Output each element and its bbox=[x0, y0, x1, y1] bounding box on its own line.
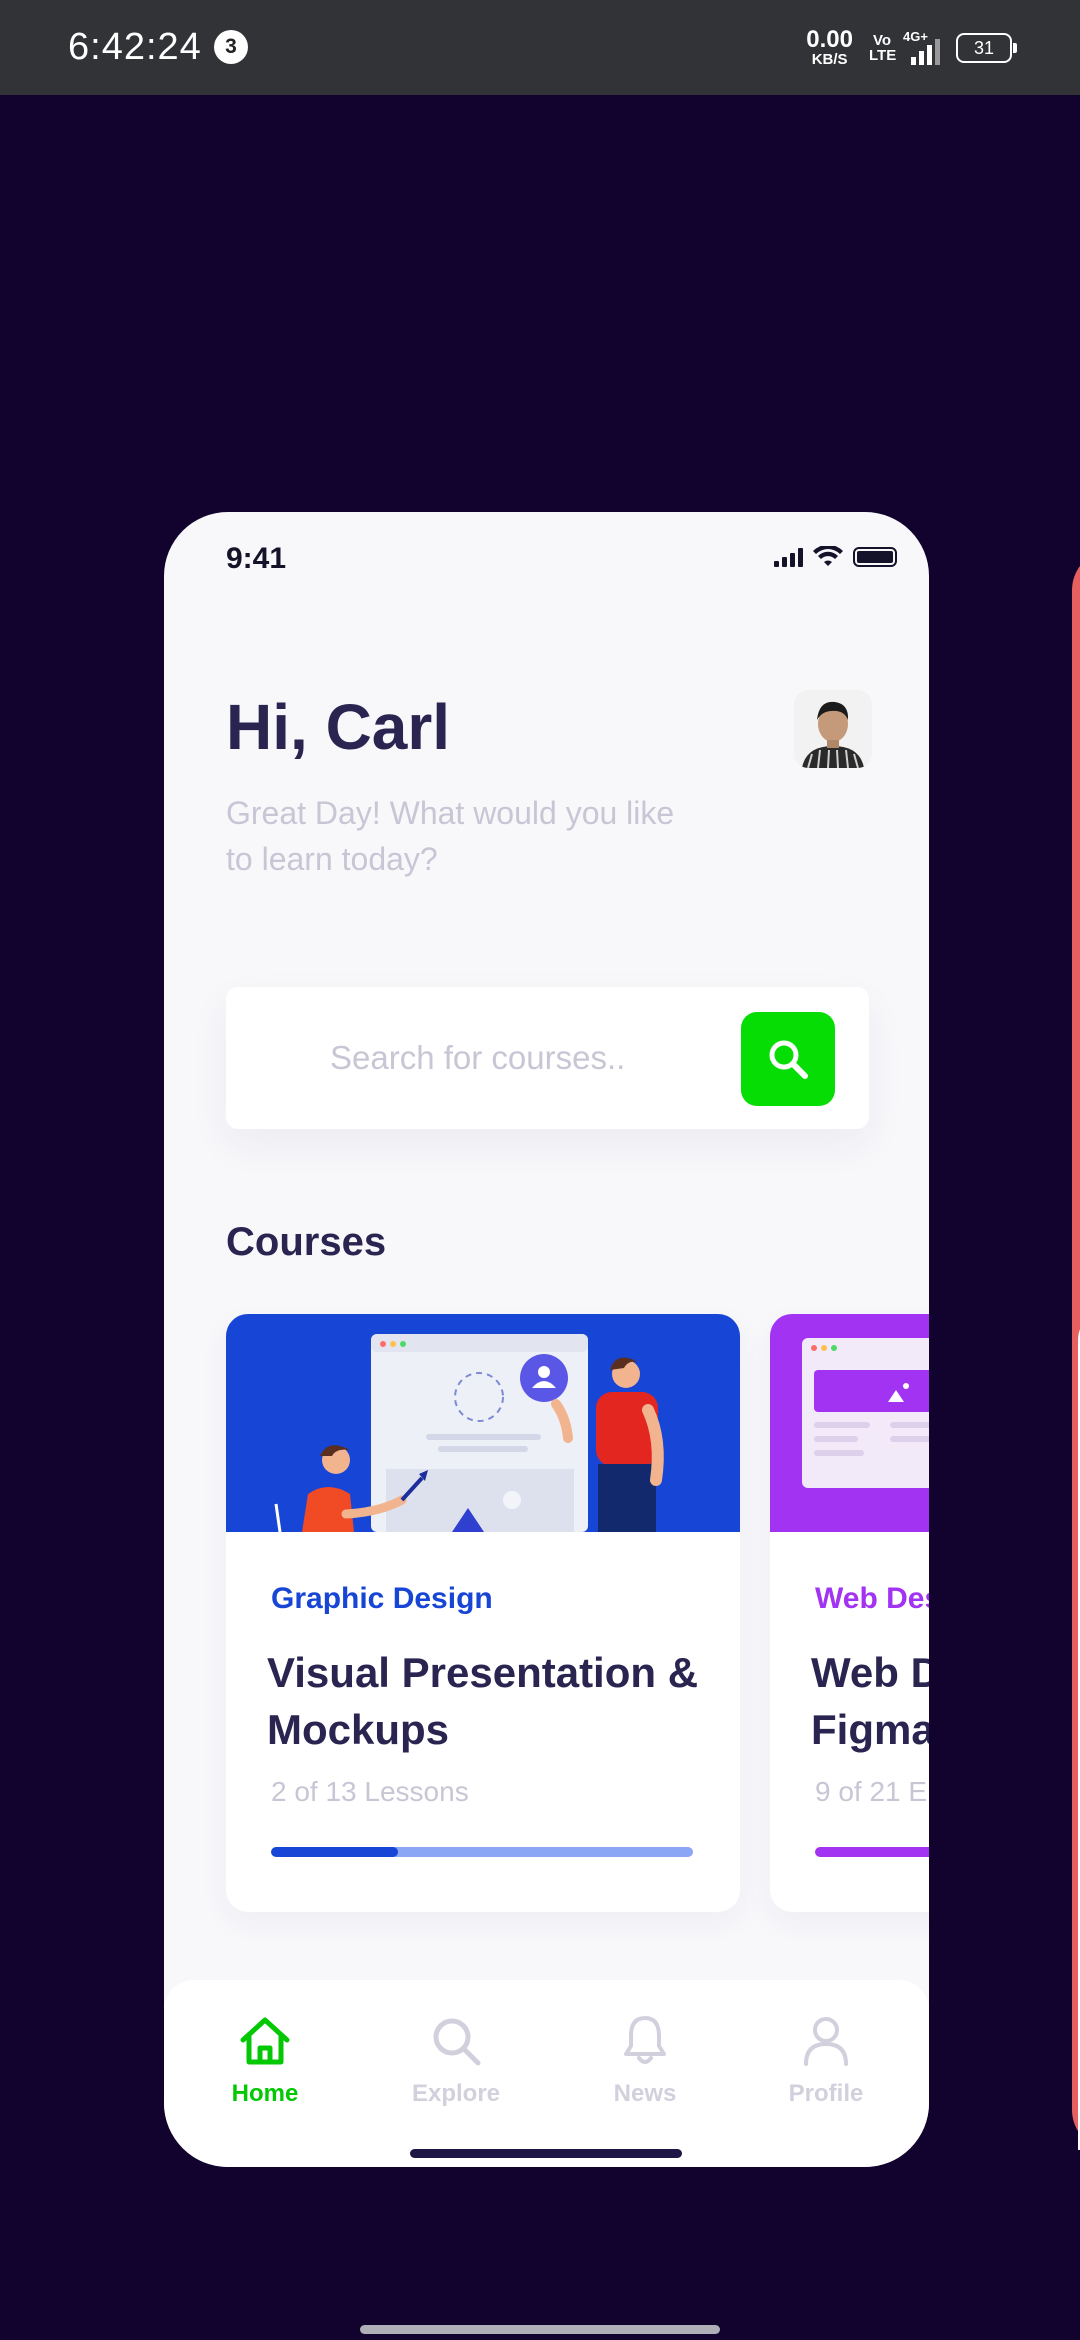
app-status-time: 9:41 bbox=[226, 542, 287, 575]
tab-label: Home bbox=[231, 2080, 299, 2107]
search-bar bbox=[226, 987, 869, 1129]
course-card[interactable]: Web Design Web Design Using Figma 9 of 2… bbox=[770, 1314, 929, 1912]
search-input[interactable] bbox=[226, 987, 726, 1129]
tab-news[interactable]: News bbox=[580, 2010, 710, 2108]
course-illustration bbox=[226, 1314, 740, 1533]
course-title: Visual Presentation & Mockups bbox=[267, 1649, 699, 1753]
courses-section-title: Courses bbox=[226, 1220, 387, 1264]
search-icon bbox=[433, 2018, 481, 2066]
notification-count-badge: 3 bbox=[214, 30, 248, 64]
course-lessons-count: 2 of 13 Lessons bbox=[271, 1776, 469, 1807]
course-category: Web Design bbox=[815, 1582, 929, 1615]
home-icon bbox=[240, 2017, 290, 2065]
course-lessons-count: 9 of 21 Episodes bbox=[815, 1776, 929, 1807]
wifi-icon bbox=[813, 546, 843, 566]
system-indicators: 0.00 KB/S Vo LTE 4G+ 31 bbox=[806, 26, 1017, 68]
network-speed-value: 0.00 bbox=[806, 26, 853, 53]
tab-label: Profile bbox=[788, 2080, 864, 2107]
network-type: 4G+ bbox=[903, 28, 928, 44]
course-illustration bbox=[770, 1314, 929, 1532]
course-title: Web Design Using Figma bbox=[811, 1649, 929, 1753]
battery-icon: 31 bbox=[956, 32, 1017, 63]
app-screen: 9:41 Hi, Carl Great Day! What would you … bbox=[164, 512, 929, 2167]
tab-label: News bbox=[613, 2080, 677, 2107]
greeting-title: Hi, Carl bbox=[226, 691, 451, 763]
greeting-subtitle: Great Day! What would you like to learn … bbox=[226, 795, 675, 877]
course-card[interactable]: Graphic Design Visual Presentation & Moc… bbox=[226, 1314, 740, 1912]
cellular-signal-icon: 4G+ bbox=[903, 29, 940, 65]
course-progress-bar bbox=[271, 1847, 693, 1857]
network-speed: 0.00 KB/S bbox=[806, 26, 853, 68]
course-progress-fill bbox=[271, 1847, 398, 1857]
system-time: 6:42:24 bbox=[68, 26, 202, 68]
app-status-icons bbox=[774, 546, 897, 568]
tab-profile[interactable]: Profile bbox=[761, 2010, 891, 2108]
search-button[interactable] bbox=[741, 1012, 835, 1106]
course-progress-fill bbox=[815, 1847, 929, 1857]
tab-home[interactable]: Home bbox=[200, 2010, 330, 2108]
course-category: Graphic Design bbox=[271, 1582, 493, 1615]
tab-explore[interactable]: Explore bbox=[391, 2010, 521, 2108]
app-status-bar: 9:41 bbox=[164, 512, 929, 602]
system-status-bar: 6:42:24 3 0.00 KB/S Vo LTE 4G+ 31 bbox=[0, 0, 1080, 95]
battery-full-icon bbox=[853, 547, 897, 567]
system-gesture-bar[interactable] bbox=[360, 2325, 720, 2334]
network-speed-unit: KB/S bbox=[811, 51, 848, 68]
course-progress-bar bbox=[815, 1847, 929, 1857]
bottom-tab-bar: Home Explore News Profile bbox=[164, 1980, 929, 2167]
volte-indicator: Vo LTE bbox=[869, 31, 897, 64]
avatar-photo bbox=[794, 690, 872, 768]
home-indicator[interactable] bbox=[410, 2149, 682, 2158]
avatar[interactable] bbox=[794, 690, 872, 768]
next-screen-edge bbox=[1072, 550, 1080, 2150]
search-icon bbox=[769, 1040, 808, 1079]
signal-icon bbox=[774, 547, 803, 567]
tab-label: Explore bbox=[411, 2080, 501, 2107]
bell-icon bbox=[624, 2016, 666, 2064]
user-icon bbox=[804, 2017, 848, 2066]
